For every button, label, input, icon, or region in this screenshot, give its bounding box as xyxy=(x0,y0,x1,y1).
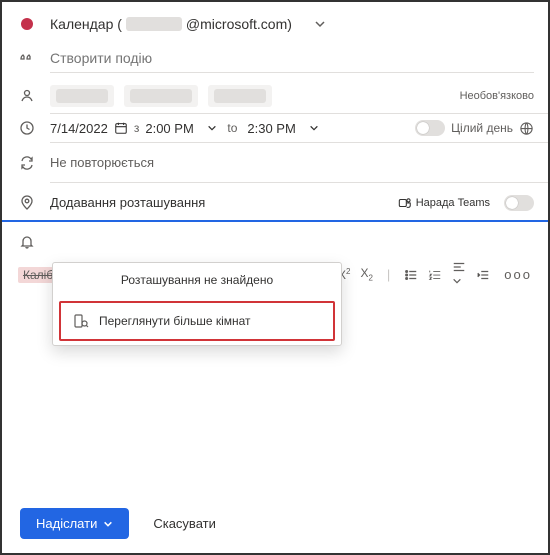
date-picker[interactable]: 7/14/2022 xyxy=(50,121,128,136)
dropdown-header: Розташування не знайдено xyxy=(53,263,341,297)
location-row: Додавання розташування Нарада Teams xyxy=(2,183,548,222)
event-title-row xyxy=(2,38,548,79)
teams-meeting-toggle[interactable] xyxy=(504,195,534,211)
reminder-row[interactable] xyxy=(2,228,548,256)
all-day-toggle[interactable] xyxy=(415,120,445,136)
numbered-list-button[interactable] xyxy=(428,268,442,282)
chevron-down-icon[interactable] xyxy=(314,18,326,30)
clock-icon xyxy=(18,120,36,136)
align-button[interactable] xyxy=(452,260,466,289)
chevron-down-icon xyxy=(103,519,113,529)
room-search-icon xyxy=(73,313,89,329)
calendar-icon xyxy=(114,121,128,135)
redacted-name xyxy=(126,17,182,31)
quote-icon xyxy=(18,51,36,67)
cancel-button[interactable]: Скасувати xyxy=(147,515,222,532)
recurrence-value: Не повторюється xyxy=(50,149,534,176)
bullet-list-button[interactable] xyxy=(404,268,418,282)
location-icon xyxy=(18,195,36,211)
teams-meeting-label: Нарада Teams xyxy=(398,196,490,210)
browse-more-rooms-label: Переглянути більше кімнат xyxy=(99,314,251,328)
send-button[interactable]: Надіслати xyxy=(20,508,129,539)
time-separator: з xyxy=(134,121,140,135)
start-time-picker[interactable]: 2:00 PM xyxy=(145,121,217,136)
footer: Надіслати Скасувати xyxy=(2,494,548,553)
calendar-prefix: Календар ( xyxy=(50,16,122,32)
person-icon xyxy=(18,88,36,104)
chevron-down-icon xyxy=(207,123,217,133)
time-row: 7/14/2022 з 2:00 PM to 2:30 PM Цілий ден… xyxy=(2,114,548,142)
subscript-button[interactable]: X2 xyxy=(360,266,372,282)
timezone-icon[interactable] xyxy=(519,121,534,136)
chevron-down-icon xyxy=(309,123,319,133)
attendee-chip[interactable] xyxy=(124,85,198,107)
end-time-value: 2:30 PM xyxy=(247,121,303,136)
indent-button[interactable] xyxy=(476,268,490,282)
end-time-picker[interactable]: 2:30 PM xyxy=(247,121,319,136)
optional-label[interactable]: Необов'язково xyxy=(460,90,534,102)
email-suffix: @microsoft.com) xyxy=(186,16,292,32)
event-title-input[interactable] xyxy=(50,44,534,73)
account-color-dot xyxy=(18,18,36,30)
more-formatting-button[interactable]: ooo xyxy=(504,267,532,282)
attendees-row[interactable]: Необов'язково xyxy=(2,79,548,113)
date-value: 7/14/2022 xyxy=(50,121,108,136)
attendee-chip[interactable] xyxy=(50,85,114,107)
browse-more-rooms-item[interactable]: Переглянути більше кімнат xyxy=(59,301,335,341)
attendee-chip[interactable] xyxy=(208,85,272,107)
send-label: Надіслати xyxy=(36,516,97,531)
start-time-value: 2:00 PM xyxy=(145,121,201,136)
recurrence-icon xyxy=(18,155,36,171)
teams-icon xyxy=(398,196,412,210)
recurrence-row[interactable]: Не повторюється xyxy=(2,143,548,182)
location-input[interactable]: Додавання розташування xyxy=(50,189,384,216)
to-label: to xyxy=(227,121,237,135)
all-day-label: Цілий день xyxy=(451,121,513,135)
location-dropdown: Розташування не знайдено Переглянути біл… xyxy=(52,262,342,346)
calendar-account-row[interactable]: Календар ( @microsoft.com) xyxy=(2,2,548,38)
bell-icon xyxy=(18,234,36,250)
